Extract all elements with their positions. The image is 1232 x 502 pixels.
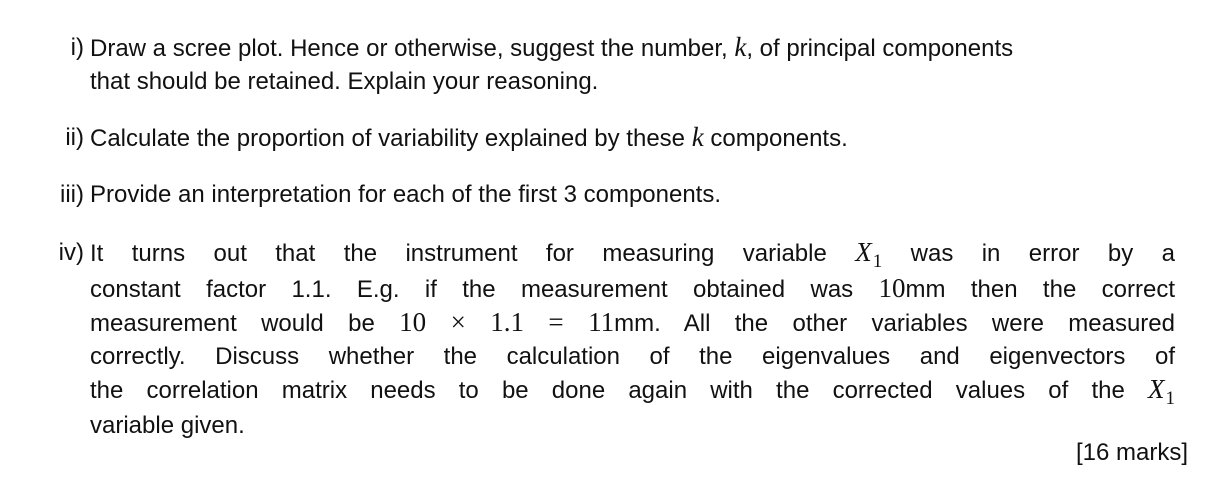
math-expression: 10 × 1.1 = 11 bbox=[399, 307, 615, 337]
part-ii-text: Calculate the proportion of variability … bbox=[90, 122, 848, 152]
part-iv-line-6: variable given. bbox=[90, 412, 245, 439]
part-i-text: Draw a scree plot. Hence or otherwise, s… bbox=[90, 31, 1175, 98]
part-iv-line-4: correctly. Discuss whether the calculati… bbox=[90, 343, 1175, 370]
part-iv-line-5: the correlation matrix needs to be done … bbox=[90, 374, 1175, 409]
number-10: 10 bbox=[878, 273, 906, 303]
variable-x1: X1 bbox=[1148, 374, 1175, 409]
part-iv-line-2: constant factor 1.1. E.g. if the measure… bbox=[90, 273, 1176, 303]
question-document: i) Draw a scree plot. Hence or otherwise… bbox=[0, 0, 1232, 502]
part-iv-line-1: It turns out that the instrument for mea… bbox=[90, 237, 1175, 272]
part-i-line-2: that should be retained. Explain your re… bbox=[90, 68, 599, 95]
part-iv-text: It turns out that the instrument for mea… bbox=[90, 236, 1175, 442]
part-i-marker: i) bbox=[70, 34, 84, 61]
part-iv-line-3: measurement would be 10 × 1.1 = 11mm. Al… bbox=[90, 307, 1175, 337]
part-i-line-1: Draw a scree plot. Hence or otherwise, s… bbox=[90, 32, 1014, 62]
marks-label: [16 marks] bbox=[1075, 439, 1188, 466]
part-iv-marker: iv) bbox=[58, 239, 84, 266]
part-iii-marker: iii) bbox=[60, 181, 84, 208]
variable-k: k bbox=[691, 122, 704, 152]
part-iii-text: Provide an interpretation for each of th… bbox=[90, 181, 722, 208]
variable-k: k bbox=[734, 32, 747, 62]
part-ii-marker: ii) bbox=[65, 124, 84, 151]
variable-x1: X1 bbox=[855, 237, 883, 272]
